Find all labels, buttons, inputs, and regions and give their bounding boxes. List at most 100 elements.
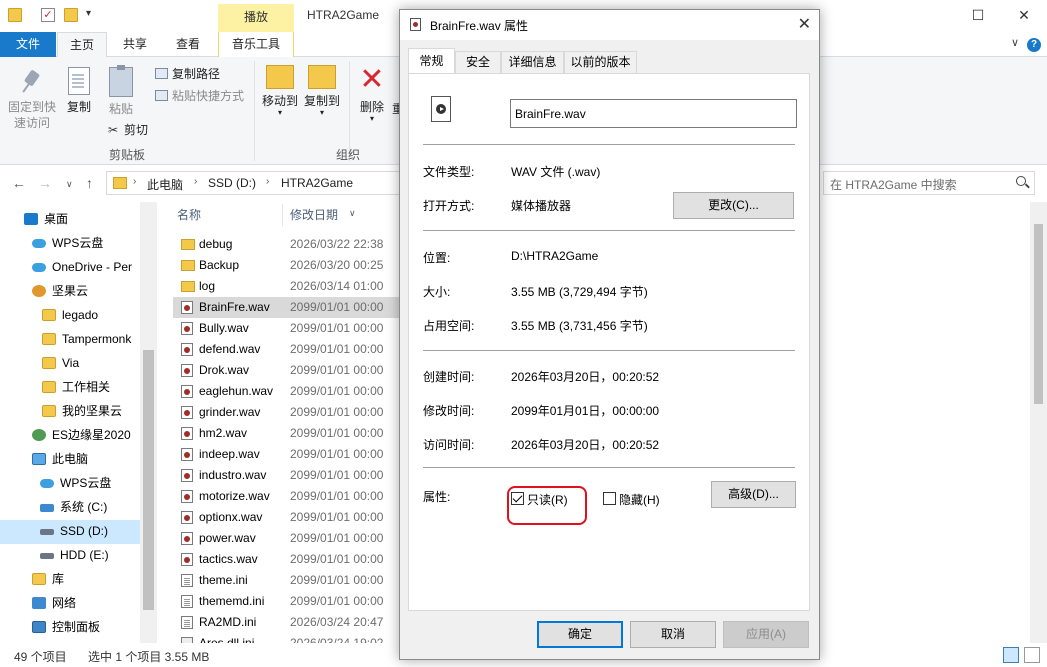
nav-item[interactable]: Tampermonk <box>0 328 140 352</box>
right-scrollbar-thumb[interactable] <box>1034 224 1043 404</box>
up-arrow-icon[interactable]: ↑ <box>86 175 93 191</box>
tab-share[interactable]: 共享 <box>110 32 160 57</box>
advanced-button[interactable]: 高级(D)... <box>711 481 796 508</box>
tab-home[interactable]: 主页 <box>57 32 107 58</box>
tab-view[interactable]: 查看 <box>163 32 213 57</box>
large-icons-view-icon[interactable] <box>1024 647 1040 663</box>
breadcrumb-this-pc[interactable]: 此电脑 <box>147 176 183 193</box>
forward-arrow-icon[interactable]: → <box>38 175 52 191</box>
collapse-ribbon-icon[interactable]: ∨ <box>1011 36 1019 49</box>
nav-item[interactable]: WPS云盘 <box>0 472 140 496</box>
file-row[interactable]: motorize.wav 2099/01/01 00:00 <box>173 486 400 507</box>
pin-quick-access-button[interactable]: 固定到快 速访问 <box>4 61 60 131</box>
recent-locations-icon[interactable]: ∨ <box>66 179 73 190</box>
nav-item[interactable]: 网络 <box>0 592 140 616</box>
breadcrumb-htra2game[interactable]: HTRA2Game <box>281 176 353 190</box>
nav-item[interactable]: 控制面板 <box>0 616 140 640</box>
column-header-name[interactable]: 名称 <box>177 206 201 223</box>
navigation-pane[interactable]: 桌面 WPS云盘 OneDrive - Per 坚果云 legado Tampermonk… <box>0 202 157 643</box>
maximize-icon[interactable]: ☐ <box>955 0 1001 32</box>
nav-item[interactable]: 我的坚果云 <box>0 400 140 424</box>
tab-music-tools[interactable]: 音乐工具 <box>218 32 294 57</box>
nav-item[interactable]: SSD (D:) <box>0 520 140 544</box>
file-row[interactable]: power.wav 2099/01/01 00:00 <box>173 528 400 549</box>
close-icon[interactable]: ✕ <box>1001 0 1047 32</box>
nav-item[interactable]: legado <box>0 304 140 328</box>
paste-shortcut-button[interactable]: 粘贴快捷方式 <box>155 87 244 104</box>
nav-item[interactable]: HDD (E:) <box>0 544 140 568</box>
filename-input[interactable] <box>510 99 797 128</box>
context-tab-play[interactable]: 播放 <box>218 4 294 32</box>
file-row[interactable]: BrainFre.wav 2099/01/01 00:00 <box>173 297 400 318</box>
copy-to-button[interactable]: 复制到 ▾ <box>302 65 342 117</box>
file-row[interactable]: tactics.wav 2099/01/01 00:00 <box>173 549 400 570</box>
file-row[interactable]: Bully.wav 2099/01/01 00:00 <box>173 318 400 339</box>
hidden-label[interactable]: 隐藏(H) <box>619 491 660 508</box>
nav-item[interactable]: 库 <box>0 568 140 592</box>
nav-item[interactable]: 此电脑 <box>0 448 140 472</box>
copy-label: 复制 <box>66 100 91 114</box>
file-row[interactable]: eaglehun.wav 2099/01/01 00:00 <box>173 381 400 402</box>
cancel-button[interactable]: 取消 <box>630 621 716 648</box>
new-folder-icon[interactable] <box>64 8 78 22</box>
copy-button[interactable]: 复制 <box>62 67 96 115</box>
tab-general[interactable]: 常规 <box>408 48 455 74</box>
column-separator[interactable] <box>282 204 283 226</box>
file-name: Backup <box>199 258 240 272</box>
tab-file[interactable]: 文件 <box>0 32 56 57</box>
file-row[interactable]: Backup 2026/03/20 00:25 <box>173 255 400 276</box>
properties-check-icon[interactable]: ✓ <box>41 8 55 22</box>
nav-item-label: 系统 (C:) <box>60 500 108 514</box>
quick-access-dropdown-icon[interactable]: ▾ <box>86 8 100 22</box>
search-icon[interactable] <box>1016 176 1026 186</box>
hidden-checkbox[interactable] <box>603 492 616 505</box>
file-row[interactable]: hm2.wav 2099/01/01 00:00 <box>173 423 400 444</box>
file-row[interactable]: defend.wav 2099/01/01 00:00 <box>173 339 400 360</box>
cut-button[interactable]: ✂ 剪切 <box>106 121 148 138</box>
file-row[interactable]: debug 2026/03/22 22:38 <box>173 234 400 255</box>
delete-button[interactable]: ✕ 删除 ▾ <box>356 65 388 123</box>
file-row[interactable]: theme.ini 2099/01/01 00:00 <box>173 570 400 591</box>
column-header-modified[interactable]: 修改日期 <box>290 206 338 223</box>
breadcrumb-chevron-icon[interactable]: › <box>194 176 197 187</box>
file-row[interactable]: RA2MD.ini 2026/03/24 20:47 <box>173 612 400 633</box>
file-row[interactable]: thememd.ini 2099/01/01 00:00 <box>173 591 400 612</box>
nav-item[interactable]: 坚果云 <box>0 280 140 304</box>
file-list[interactable]: 名称 修改日期 ∨ debug 2026/03/22 22:38 Backup 202… <box>157 202 400 643</box>
move-to-button[interactable]: 移动到 ▾ <box>260 65 300 117</box>
file-row[interactable]: indeep.wav 2099/01/01 00:00 <box>173 444 400 465</box>
tab-security[interactable]: 安全 <box>455 51 501 74</box>
file-row[interactable]: log 2026/03/14 01:00 <box>173 276 400 297</box>
divider <box>423 467 795 468</box>
nav-item[interactable]: WPS云盘 <box>0 232 140 256</box>
nav-scrollbar-thumb[interactable] <box>143 350 154 610</box>
close-icon[interactable]: ✕ <box>798 14 811 34</box>
search-input[interactable]: 在 HTRA2Game 中搜索 <box>823 171 1035 195</box>
file-row[interactable]: industro.wav 2099/01/01 00:00 <box>173 465 400 486</box>
help-icon[interactable]: ? <box>1027 38 1041 52</box>
breadcrumb-chevron-icon[interactable]: › <box>266 176 269 187</box>
nav-item[interactable]: 工作相关 <box>0 376 140 400</box>
breadcrumb-ssd[interactable]: SSD (D:) <box>208 176 256 190</box>
back-arrow-icon[interactable]: ← <box>12 175 26 191</box>
breadcrumb-chevron-icon[interactable]: › <box>133 176 136 187</box>
copy-path-button[interactable]: 复制路径 <box>155 65 220 82</box>
nav-item-label: 工作相关 <box>62 380 111 394</box>
file-name: Ares.dll.ini <box>199 636 255 643</box>
file-row[interactable]: Drok.wav 2099/01/01 00:00 <box>173 360 400 381</box>
nav-item[interactable]: Via <box>0 352 140 376</box>
ok-button[interactable]: 确定 <box>537 621 623 648</box>
paste-button[interactable]: 粘贴 <box>104 65 138 117</box>
file-row[interactable]: optionx.wav 2099/01/01 00:00 <box>173 507 400 528</box>
file-row[interactable]: grinder.wav 2099/01/01 00:00 <box>173 402 400 423</box>
file-row[interactable]: Ares.dll.ini 2026/03/24 19:02 <box>173 633 400 643</box>
tab-previous-versions[interactable]: 以前的版本 <box>564 51 637 74</box>
apply-button[interactable]: 应用(A) <box>723 621 809 648</box>
change-button[interactable]: 更改(C)... <box>673 192 794 219</box>
nav-item[interactable]: ES边缘星2020 <box>0 424 140 448</box>
tab-details[interactable]: 详细信息 <box>501 51 564 74</box>
details-view-icon[interactable] <box>1003 647 1019 663</box>
nav-item[interactable]: OneDrive - Per <box>0 256 140 280</box>
nav-item[interactable]: 桌面 <box>0 208 140 232</box>
nav-item[interactable]: 系统 (C:) <box>0 496 140 520</box>
